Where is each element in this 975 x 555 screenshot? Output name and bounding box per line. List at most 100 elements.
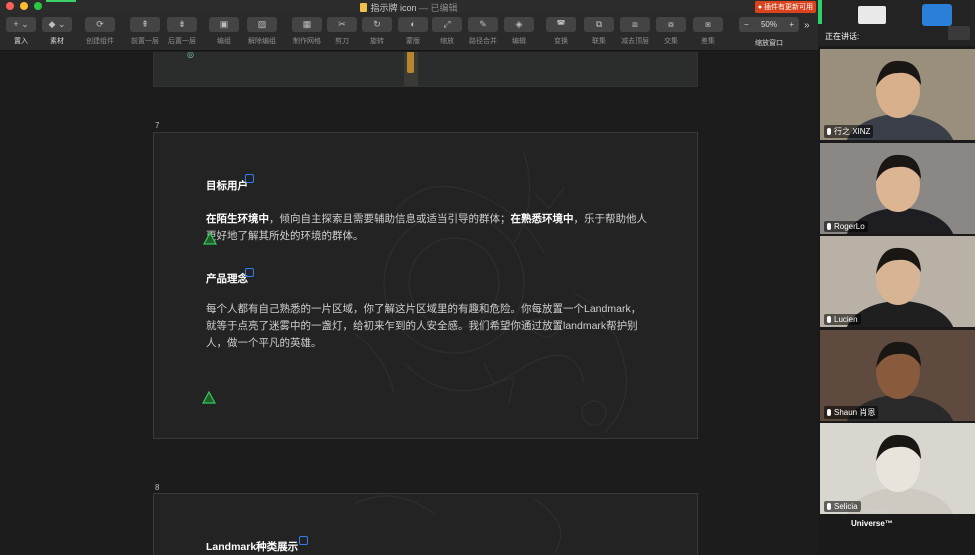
tool-subtract[interactable]: ⧈ 减去顶层 [617, 17, 653, 46]
product-concept-heading[interactable]: 产品理念 [206, 271, 248, 286]
create-component-label: 创建组件 [86, 38, 114, 45]
unfamiliar-env-emphasis: 在陌生环境中 [206, 213, 269, 225]
bring-forward-label: 前置一层 [131, 38, 159, 45]
toolbar: − 50% + 缩放窗口 » + ⌄ 置入 ◆ ⌄ 素材 ⟳ 创建组件 ⇞ 前置一层 ⇟ 后置一层… [0, 13, 818, 51]
insert-icon[interactable]: + ⌄ [6, 17, 36, 32]
rotate-icon[interactable]: ↻ [362, 17, 392, 32]
tool-insert[interactable]: + ⌄ 置入 [3, 17, 39, 46]
caption-top: Creative [860, 509, 887, 516]
slide-8[interactable]: Landmark种类展示 [153, 493, 698, 555]
difference-label: 差集 [701, 38, 715, 45]
assets-label: 素材 [50, 38, 64, 45]
group-icon[interactable]: ▣ [209, 17, 239, 32]
ungroup-label: 解除编组 [248, 38, 276, 45]
tool-scale[interactable]: ⤢ 缩放 [429, 17, 465, 46]
send-backward-icon[interactable]: ⇟ [167, 17, 197, 32]
participant-video-tile[interactable]: Shaun 肖恩 [820, 330, 975, 421]
tool-create-component[interactable]: ⟳ 创建组件 [82, 17, 118, 46]
flatten-icon[interactable]: ✎ [468, 17, 498, 32]
scissors-label: 剪刀 [335, 38, 349, 45]
union-icon[interactable]: ⧉ [584, 17, 614, 32]
video-call-panel: 正在讲话: 行之 XINZ RogerLo Lucien Shaun 肖恩 Selici… [818, 0, 975, 555]
participant-video-tile[interactable]: Lucien [820, 236, 975, 327]
share-indicator [818, 0, 822, 24]
participant-name-tag: Lucien [824, 314, 861, 325]
selection-handle[interactable] [245, 268, 254, 277]
scissors-icon[interactable]: ✂ [327, 17, 357, 32]
participant-name: RogerLo [834, 222, 865, 231]
participant-name: Shaun 肖恩 [834, 408, 876, 417]
bring-forward-icon[interactable]: ⇞ [130, 17, 160, 32]
participant-video-tile[interactable]: 行之 XINZ [820, 49, 975, 140]
intersect-icon[interactable]: ⧇ [656, 17, 686, 32]
send-backward-label: 后置一层 [168, 38, 196, 45]
speaking-label: 正在讲话: [825, 32, 860, 41]
ungroup-icon[interactable]: ▨ [247, 17, 277, 32]
slide-canvas[interactable]: ◎ 7 目标用户 在陌生环境中，倾向自主探索且需要辅助信息或适当引导的群体；在熟… [0, 52, 818, 555]
transform-label: 变换 [554, 38, 568, 45]
triangle-icon[interactable] [203, 232, 217, 245]
edited-status: — 已编辑 [419, 3, 458, 13]
unfamiliar-env-text: ，倾向自主探索且需要辅助信息或适当引导的群体； [269, 213, 511, 225]
tool-scissors[interactable]: ✂ 剪刀 [324, 17, 360, 46]
target-users-heading[interactable]: 目标用户 [206, 178, 248, 193]
transform-icon[interactable]: ◚ [546, 17, 576, 32]
slide-6-thumbnail-bottom[interactable]: ◎ [153, 52, 698, 87]
scale-label: 缩放 [440, 38, 454, 45]
mask-icon[interactable]: ◐ [398, 17, 428, 32]
participant-name: Lucien [834, 315, 858, 324]
assets-icon[interactable]: ◆ ⌄ [42, 17, 72, 32]
microphone-icon [827, 316, 831, 323]
slide-number-7: 7 [155, 121, 160, 130]
triangle-icon[interactable] [202, 391, 216, 404]
tool-bring-forward[interactable]: ⇞ 前置一层 [127, 17, 163, 46]
participant-name-tag: RogerLo [824, 221, 868, 232]
toolbar-overflow-button[interactable]: » [804, 20, 810, 31]
tool-ungroup[interactable]: ▨ 解除编组 [244, 17, 280, 46]
familiar-env-emphasis: 在熟悉环境中 [510, 213, 574, 225]
tool-group[interactable]: ▣ 编组 [206, 17, 242, 46]
tool-union[interactable]: ⧉ 联集 [581, 17, 617, 46]
subtract-icon[interactable]: ⧈ [620, 17, 650, 32]
tool-make-grid[interactable]: ▦ 制作网格 [289, 17, 325, 46]
edit-icon[interactable]: ◈ [504, 17, 534, 32]
landmark-types-heading[interactable]: Landmark种类展示 [206, 539, 298, 554]
scale-icon[interactable]: ⤢ [432, 17, 462, 32]
group-label: 编组 [217, 38, 231, 45]
union-label: 联集 [592, 38, 606, 45]
flatten-label: 路径合并 [469, 38, 497, 45]
tool-assets[interactable]: ◆ ⌄ 素材 [39, 17, 75, 46]
plugin-update-badge[interactable]: ● 插件有更新可用 [754, 1, 816, 13]
product-concept-paragraph[interactable]: 每个人都有自己熟悉的一片区域，你了解这片区域里的有趣和危险。你每放置一个Land… [206, 301, 651, 352]
shared-app-logo [858, 6, 886, 24]
create-component-icon[interactable]: ⟳ [85, 17, 115, 32]
tool-send-backward[interactable]: ⇟ 后置一层 [164, 17, 200, 46]
tool-transform[interactable]: ◚ 变换 [543, 17, 579, 46]
screen-share-header: 正在讲话: [818, 0, 975, 46]
make-grid-label: 制作网格 [293, 38, 321, 45]
tool-rotate[interactable]: ↻ 旋转 [359, 17, 395, 46]
microphone-icon [827, 503, 831, 510]
zoom-in-button[interactable]: + [789, 17, 794, 32]
tool-difference[interactable]: ⧆ 差集 [690, 17, 726, 46]
selection-handle[interactable] [245, 174, 254, 183]
participant-video-tile[interactable]: RogerLo [820, 143, 975, 234]
grid-view-icon[interactable] [948, 26, 970, 40]
map-pin-icon: ◎ [187, 52, 194, 59]
slide-7[interactable]: 目标用户 在陌生环境中，倾向自主探索且需要辅助信息或适当引导的群体；在熟悉环境中… [153, 132, 698, 439]
zoom-control[interactable]: − 50% + [739, 17, 799, 32]
target-users-paragraph[interactable]: 在陌生环境中，倾向自主探索且需要辅助信息或适当引导的群体；在熟悉环境中，乐于帮助… [206, 211, 651, 245]
tool-edit[interactable]: ◈ 编辑 [501, 17, 537, 46]
make-grid-icon[interactable]: ▦ [292, 17, 322, 32]
shared-app-logo [922, 4, 952, 26]
selection-handle[interactable] [299, 536, 308, 545]
road-marking-image [407, 52, 414, 73]
participant-video-tile[interactable]: Selicia [820, 423, 975, 514]
tool-mask[interactable]: ◐ 蒙版 [395, 17, 431, 46]
keynote-app-window: 指示牌 icon — 已编辑 ● 插件有更新可用 − 50% + 缩放窗口 » … [0, 0, 818, 555]
difference-icon[interactable]: ⧆ [693, 17, 723, 32]
tool-intersect[interactable]: ⧇ 交集 [653, 17, 689, 46]
tool-flatten[interactable]: ✎ 路径合并 [465, 17, 501, 46]
mask-label: 蒙版 [406, 38, 420, 45]
edit-label: 编辑 [512, 38, 526, 45]
